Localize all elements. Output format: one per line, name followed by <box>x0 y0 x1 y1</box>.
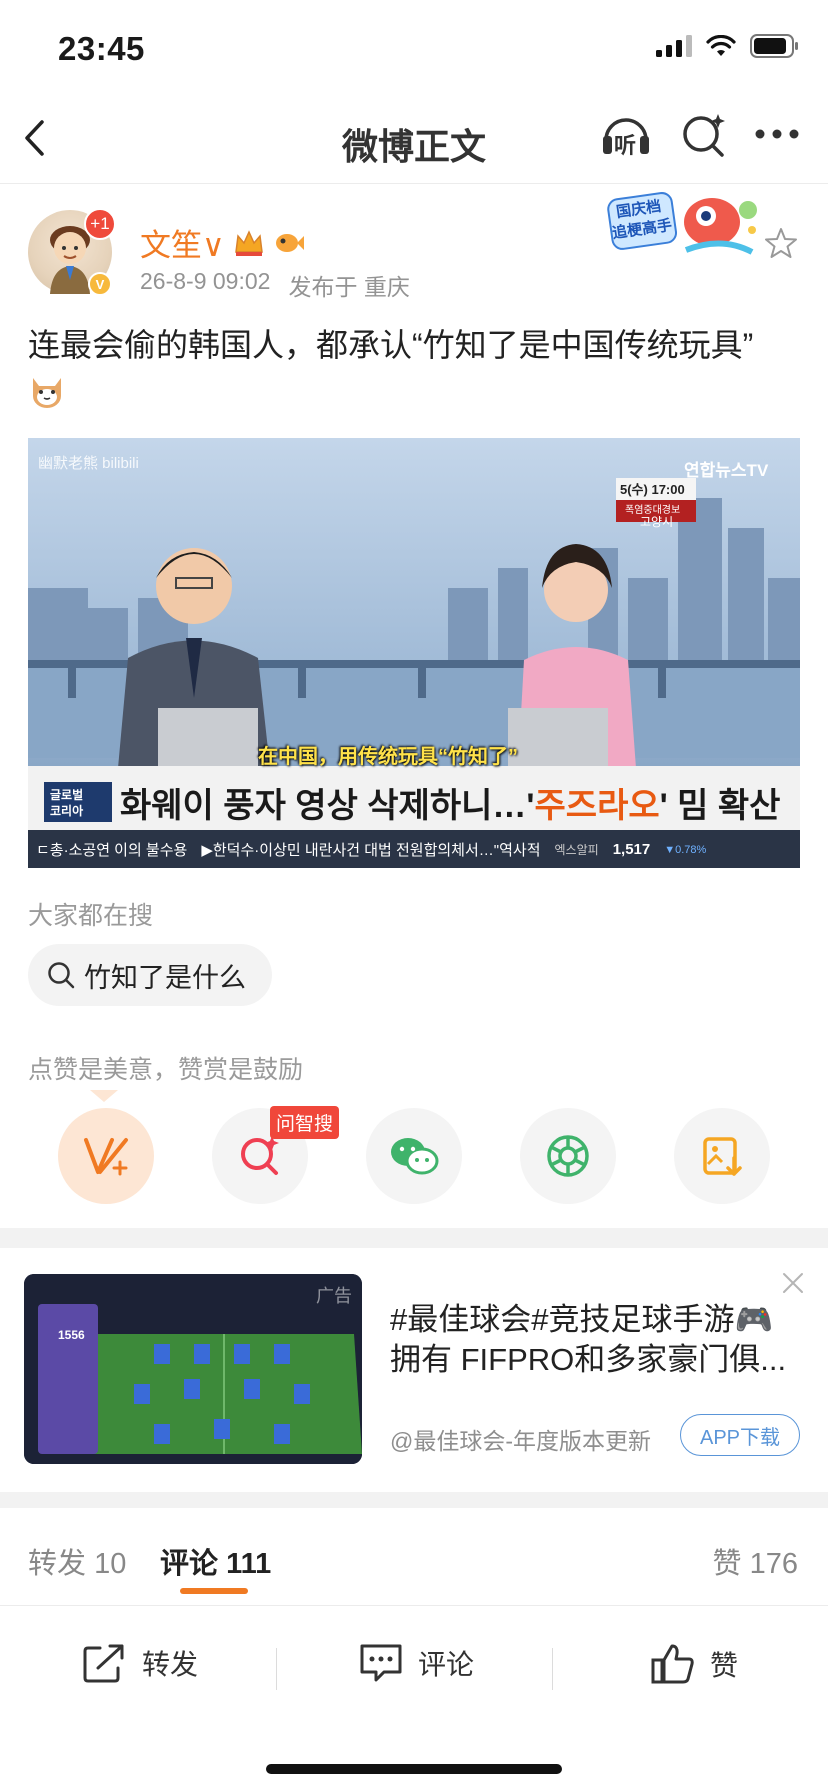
search-icon <box>48 962 75 989</box>
video-player[interactable]: 幽默老熊 bilibili 연합뉴스TV 5(수) 17:00 폭염중대경보 고… <box>28 438 800 868</box>
favorite-star-icon[interactable] <box>764 226 798 260</box>
holiday-promo-badge[interactable]: 国庆档 追梗高手 <box>602 190 768 262</box>
nav-bar: 微博正文 听 <box>0 92 828 184</box>
divider <box>552 1648 553 1690</box>
author-name-row[interactable]: 文笙∨ <box>140 220 305 265</box>
search-section-label: 大家都在搜 <box>28 902 154 930</box>
headline-part1: 화웨이 풍자 영상 삭제하니…' <box>120 787 535 825</box>
moments-share-button[interactable] <box>520 1108 616 1204</box>
football-game-scene <box>24 1274 362 1464</box>
ticker-change: ▼0.78% <box>664 843 707 856</box>
listen-button[interactable]: 听 <box>598 106 654 162</box>
save-image-button[interactable] <box>674 1108 770 1204</box>
repost-button[interactable]: 转发 <box>82 1642 198 1684</box>
post-location: 发布于 重庆 <box>288 274 410 300</box>
ad-thumb-score: 1556 <box>58 1328 85 1342</box>
ad-text[interactable]: #最佳球会#竞技足球手游🎮拥有 FIFPRO和多家豪门俱... <box>390 1300 790 1380</box>
wechat-icon <box>391 1138 439 1175</box>
ticker-label: 엑스알피 <box>554 843 599 857</box>
post-date: 26-8-9 09:02 <box>140 268 271 294</box>
tab-comment-label: 评论 <box>160 1548 219 1580</box>
ad-source[interactable]: @最佳球会-年度版本更新 <box>390 1422 651 1456</box>
interaction-tabs: 转发 10 评论 111 赞 176 <box>0 1508 828 1606</box>
headline-part2: ' 밈 확산 <box>659 787 781 825</box>
close-icon[interactable] <box>782 1272 804 1294</box>
smart-search-icon <box>241 1136 279 1175</box>
ticker-mid: ▶한덕수·이상민 내란사건 대법 전원합의체서…"역사적 <box>201 842 541 859</box>
smart-search-icon[interactable] <box>680 110 728 160</box>
author-name[interactable]: 文笙∨ <box>140 220 225 265</box>
cat-emoji-icon <box>33 378 61 408</box>
video-watermark: 幽默老熊 bilibili <box>38 455 139 472</box>
crown-icon <box>234 229 263 256</box>
section-divider <box>0 1228 828 1248</box>
thumbs-up-icon <box>651 1644 694 1684</box>
tab-repost-count: 10 <box>94 1548 127 1580</box>
channel-logo: 연합뉴스TV <box>684 461 769 480</box>
section-divider <box>0 1492 828 1508</box>
search-suggestion-chip[interactable]: 竹知了是什么 <box>28 944 272 1006</box>
tab-like-label: 赞 <box>712 1548 742 1580</box>
segment-tag-line1: 글로벌 <box>50 788 84 802</box>
like-button[interactable]: 赞 <box>650 1642 738 1686</box>
fish-emoji-icon <box>275 233 304 252</box>
post-body: 连最会偷的韩国人，都承认“竹知了是中国传统玩具” <box>28 327 754 363</box>
avatar-badge: +1 <box>84 208 116 240</box>
tab-like[interactable]: 赞 176 <box>713 1540 798 1582</box>
post-meta: 26-8-9 09:02 发布于 重庆 <box>140 268 410 302</box>
reward-v-icon <box>84 1138 128 1176</box>
signal-icon <box>656 35 692 57</box>
moments-icon <box>547 1135 589 1177</box>
tab-comment[interactable]: 评论 111 <box>160 1540 271 1582</box>
news-headline: 화웨이 풍자 영상 삭제하니…'주즈라오' 밈 확산 <box>120 778 780 827</box>
status-time: 23:45 <box>58 30 145 67</box>
verified-badge-icon: V <box>88 272 112 296</box>
save-image-icon <box>703 1137 742 1176</box>
wifi-icon <box>706 35 736 56</box>
app-download-button[interactable]: APP下载 <box>680 1414 800 1456</box>
post-text[interactable]: 连最会偷的韩国人，都承认“竹知了是中国传统玩具” <box>28 322 800 414</box>
status-icons <box>656 34 798 58</box>
ask-badge: 问智搜 <box>270 1106 340 1139</box>
listen-label: 听 <box>614 133 637 158</box>
news-ticker: ㄷ총·소공연 이의 불수용 ▶한덕수·이상민 내란사건 대법 전원합의체서…"역… <box>36 839 796 860</box>
reward-button[interactable] <box>58 1108 154 1204</box>
alert-region: 고양시 <box>640 515 674 529</box>
tab-repost[interactable]: 转发 10 <box>28 1540 126 1582</box>
reward-section-label: 点赞是美意，赞赏是鼓励 <box>28 1056 304 1084</box>
search-chip-label: 竹知了是什么 <box>84 962 246 993</box>
battery-icon <box>750 34 798 58</box>
headline-highlight: 주즈라오 <box>534 787 660 825</box>
tab-like-count: 176 <box>749 1548 798 1580</box>
ad-thumbnail[interactable]: 1556 广告 <box>24 1274 362 1464</box>
video-subtitle: 在中国，用传统玩具“竹知了” <box>258 746 518 768</box>
like-label: 赞 <box>710 1650 739 1681</box>
segment-tag-line2: 코리아 <box>50 804 84 818</box>
repost-icon <box>83 1644 124 1683</box>
broadcast-time: 5(수) 17:00 <box>620 482 685 497</box>
more-icon[interactable] <box>754 128 800 140</box>
repost-label: 转发 <box>142 1649 199 1680</box>
divider <box>276 1648 277 1690</box>
comment-button[interactable]: 评论 <box>358 1642 474 1684</box>
tab-comment-count: 111 <box>226 1548 272 1580</box>
ad-label: 广告 <box>316 1286 352 1306</box>
wechat-share-button[interactable] <box>366 1108 462 1204</box>
tab-repost-label: 转发 <box>28 1548 87 1580</box>
comment-icon <box>360 1644 402 1682</box>
ticker-left: ㄷ총·소공연 이의 불수용 <box>36 842 188 859</box>
ticker-value: 1,517 <box>612 841 651 858</box>
tooltip-pointer-icon <box>90 1090 118 1102</box>
comment-label: 评论 <box>418 1649 475 1680</box>
active-tab-indicator <box>180 1588 248 1594</box>
bottom-action-bar: 转发 评论 赞 <box>0 1624 828 1714</box>
home-indicator[interactable] <box>266 1764 562 1774</box>
